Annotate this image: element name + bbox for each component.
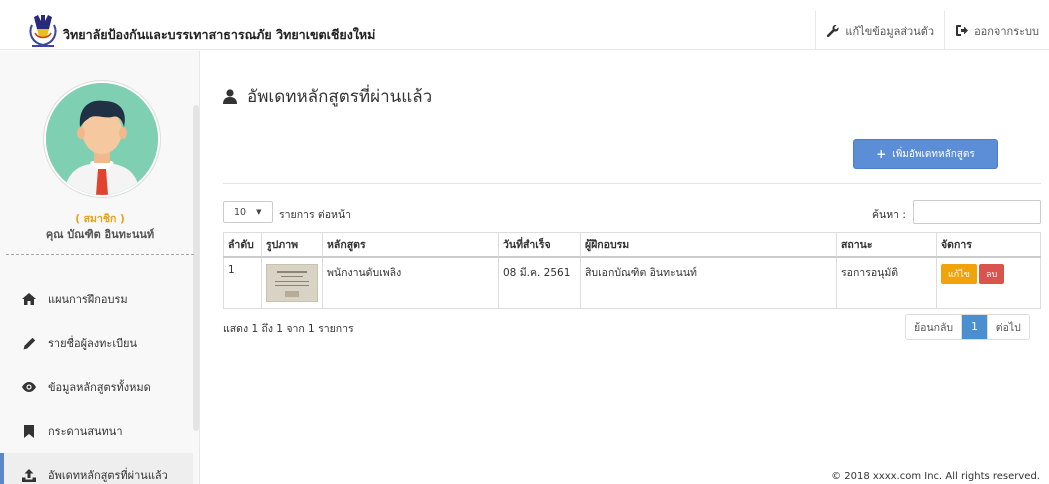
courses-table: ลำดับ รูปภาพ หลักสูตร วันที่สำเร็จ ผู้ฝึ…	[223, 232, 1041, 309]
cell-status: รอการอนุมัติ	[836, 256, 937, 309]
column-header-trainer[interactable]: ผู้ฝึกอบรม	[580, 232, 837, 258]
table-header-row: ลำดับ รูปภาพ หลักสูตร วันที่สำเร็จ ผู้ฝึ…	[223, 232, 1041, 258]
page-length-select[interactable]: 10 ▼	[223, 201, 273, 223]
edit-button[interactable]: แก้ไข	[941, 263, 977, 284]
eye-icon	[22, 382, 36, 392]
sidebar-item-training-plan[interactable]: แผนการฝึกอบรม	[0, 277, 193, 321]
page-length-value: 10	[234, 206, 247, 218]
page-length-label: รายการ ต่อหน้า	[279, 209, 352, 221]
sidebar: ( สมาชิก ) คุณ บัณฑิต อินทะนนท์ แผนการฝึ…	[0, 51, 200, 484]
sidebar-item-label: กระดานสนทนา	[48, 425, 123, 438]
logout-link[interactable]: ออกจากระบบ	[944, 11, 1049, 50]
sidebar-item-label: แผนการฝึกอบรม	[48, 293, 128, 306]
certificate-thumbnail[interactable]	[266, 263, 318, 302]
chevron-down-icon: ▼	[256, 208, 262, 216]
brand-title[interactable]: วิทยาลัยป้องกันและบรรเทาสาธารณภัย วิทยาเ…	[63, 25, 375, 45]
cell-date: 08 มี.ค. 2561	[498, 256, 581, 309]
footer-copyright: © 2018 xxxx.com Inc. All rights reserved…	[831, 471, 1040, 482]
cell-actions: แก้ไข ลบ	[936, 256, 1041, 309]
sidebar-item-label: ข้อมูลหลักสูตรทั้งหมด	[48, 381, 151, 394]
search-label: ค้นหา :	[872, 209, 906, 221]
column-header-actions[interactable]: จัดการ	[936, 232, 1041, 258]
wrench-icon	[827, 24, 839, 37]
cell-trainer: สิบเอกบัณฑิต อินทะนนท์	[580, 256, 837, 309]
pagination: ย้อนกลับ 1 ต่อไป	[905, 314, 1030, 340]
search-input[interactable]	[913, 200, 1041, 224]
top-nav-links: แก้ไขข้อมูลส่วนตัว ออกจากระบบ	[815, 11, 1049, 50]
sidebar-scrollbar[interactable]	[193, 105, 199, 431]
cell-course: พนักงานดับเพลิง	[322, 256, 499, 309]
user-avatar-icon	[46, 83, 158, 195]
sidebar-item-forum[interactable]: กระดานสนทนา	[0, 409, 193, 453]
pagination-page-1[interactable]: 1	[961, 315, 987, 339]
upload-icon	[22, 468, 36, 482]
top-navbar: วิทยาลัยป้องกันและบรรเทาสาธารณภัย วิทยาเ…	[0, 0, 1049, 50]
top-margin	[0, 0, 1049, 11]
sidebar-item-all-courses[interactable]: ข้อมูลหลักสูตรทั้งหมด	[0, 365, 193, 409]
avatar	[44, 81, 160, 197]
delete-button[interactable]: ลบ	[978, 263, 1005, 284]
sidebar-item-update-passed-courses[interactable]: อัพเดทหลักสูตรที่ผ่านแล้ว	[0, 453, 193, 484]
edit-profile-label: แก้ไขข้อมูลส่วนตัว	[845, 24, 935, 38]
column-header-status[interactable]: สถานะ	[836, 232, 937, 258]
plus-icon: +	[876, 147, 887, 161]
table-row: 1 พนักงานดับเพลิง 08 มี.ค. 2561 สิบเอกบั…	[223, 256, 1041, 309]
table-info: แสดง 1 ถึง 1 จาก 1 รายการ	[223, 323, 354, 335]
logout-label: ออกจากระบบ	[974, 24, 1039, 38]
add-course-update-button[interactable]: + เพิ่มอัพเดทหลักสูตร	[853, 139, 998, 169]
column-header-image[interactable]: รูปภาพ	[261, 232, 323, 258]
edit-profile-link[interactable]: แก้ไขข้อมูลส่วนตัว	[815, 11, 944, 50]
sidebar-item-registrants[interactable]: รายชื่อผู้ลงทะเบียน	[0, 321, 193, 365]
page-title: อัพเดทหลักสูตรที่ผ่านแล้ว	[223, 83, 432, 110]
college-logo[interactable]	[26, 13, 60, 49]
home-icon	[22, 293, 36, 305]
content-divider	[223, 183, 1041, 184]
pagination-prev[interactable]: ย้อนกลับ	[906, 315, 961, 339]
bookmark-icon	[22, 424, 36, 438]
column-header-course[interactable]: หลักสูตร	[322, 232, 499, 258]
sidebar-item-label: อัพเดทหลักสูตรที่ผ่านแล้ว	[48, 469, 168, 482]
column-header-date[interactable]: วันที่สำเร็จ	[498, 232, 581, 258]
cell-image	[261, 256, 323, 309]
add-course-update-label: เพิ่มอัพเดทหลักสูตร	[892, 148, 975, 160]
sidebar-divider	[6, 254, 194, 255]
user-icon	[223, 89, 237, 104]
member-name: คุณ บัณฑิต อินทะนนท์	[45, 228, 155, 241]
sign-out-icon	[956, 25, 969, 36]
sidebar-item-label: รายชื่อผู้ลงทะเบียน	[48, 337, 138, 350]
page-title-text: อัพเดทหลักสูตรที่ผ่านแล้ว	[247, 87, 433, 107]
main-content: อัพเดทหลักสูตรที่ผ่านแล้ว + เพิ่มอัพเดทห…	[201, 51, 1049, 484]
column-header-no[interactable]: ลำดับ	[223, 232, 262, 258]
cell-no: 1	[223, 256, 262, 309]
pencil-icon	[22, 337, 36, 350]
pagination-next[interactable]: ต่อไป	[986, 315, 1029, 339]
